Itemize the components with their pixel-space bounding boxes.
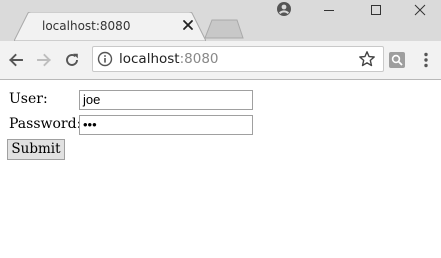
back-button[interactable] xyxy=(6,50,26,70)
star-icon[interactable] xyxy=(358,50,376,68)
profile-icon[interactable] xyxy=(276,1,292,17)
address-bar[interactable]: localhost:8080 xyxy=(92,46,384,72)
password-input[interactable]: ••• xyxy=(79,115,253,135)
password-label: Password: xyxy=(9,116,82,132)
minimize-button[interactable] xyxy=(306,0,352,20)
maximize-icon xyxy=(371,5,381,15)
page-content: User: joe Password: ••• Submit xyxy=(0,80,441,258)
kebab-menu-icon[interactable] xyxy=(418,51,434,69)
close-window-icon xyxy=(414,4,426,16)
tab-localhost[interactable]: localhost:8080 xyxy=(14,12,206,41)
url-text[interactable]: localhost:8080 xyxy=(119,50,219,68)
forward-button[interactable] xyxy=(34,50,54,70)
maximize-button[interactable] xyxy=(353,0,399,20)
reload-icon xyxy=(66,53,78,66)
back-arrow-icon xyxy=(9,53,23,67)
extension-icon[interactable] xyxy=(388,51,406,69)
user-input[interactable]: joe xyxy=(79,90,253,110)
user-label: User: xyxy=(9,91,48,107)
tab-title: localhost:8080 xyxy=(42,19,131,33)
reload-button[interactable] xyxy=(62,50,82,70)
close-window-button[interactable] xyxy=(397,0,441,20)
url-host: localhost xyxy=(119,51,180,67)
tab-close-icon[interactable] xyxy=(181,18,195,32)
url-port: :8080 xyxy=(179,51,219,67)
new-tab-button[interactable] xyxy=(204,19,244,39)
info-icon[interactable] xyxy=(97,51,113,67)
forward-arrow-icon xyxy=(37,53,51,67)
submit-button[interactable]: Submit xyxy=(7,139,65,160)
minimize-icon xyxy=(324,10,334,11)
title-bar: localhost:8080 xyxy=(0,0,441,41)
